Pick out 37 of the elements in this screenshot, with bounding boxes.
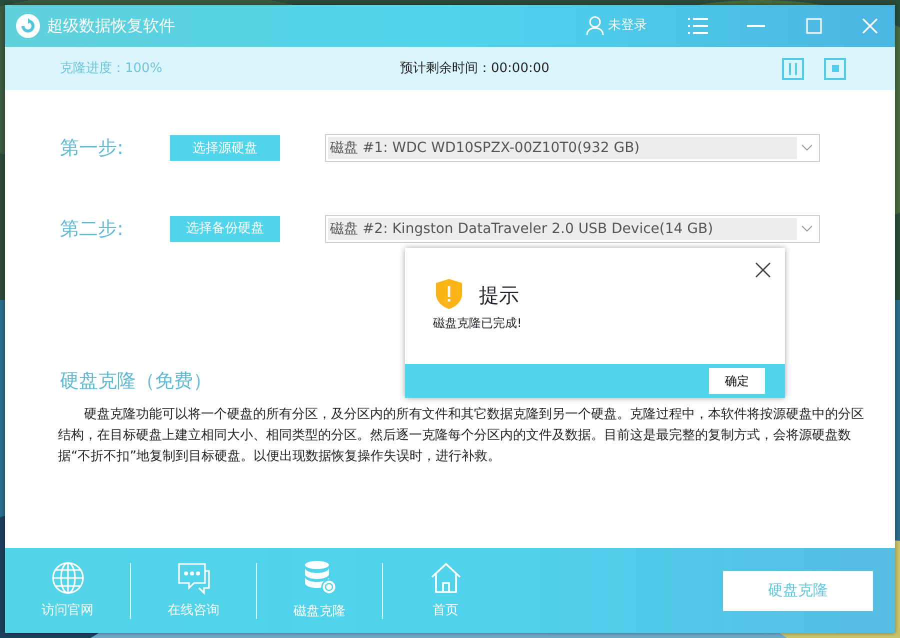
maximize-icon xyxy=(806,18,822,34)
nav-item[interactable]: 访问官网 xyxy=(5,560,130,620)
close-icon xyxy=(862,18,878,34)
dialog-title: 提示 xyxy=(479,282,519,309)
globe-icon xyxy=(50,560,84,595)
menu-icon xyxy=(688,17,708,35)
confirm-button[interactable]: 确定 xyxy=(709,368,765,394)
description-paragraph: 硬盘克隆功能可以将一个硬盘的所有分区，及分区内的所有文件和其它数据克隆到另一个硬盘。克隆过程中，本软件将按源硬盘中的分区结构，在目标硬盘上建立相同大小、相同类型的分区。然后逐一克隆每个分区内的文件及数据。目前这是最完整的复制方式，会将源硬盘数据“不折不扣”地复制到目标硬盘。以便出现数据恢复操作失误时，进行补救。 xyxy=(58,406,865,466)
user-icon[interactable] xyxy=(586,16,604,36)
select-disk-button[interactable]: 选择备份硬盘 xyxy=(170,216,280,242)
chevron-down-icon xyxy=(801,144,813,152)
login-link[interactable]: 未登录 xyxy=(608,16,647,36)
chevron-down-icon xyxy=(801,224,813,233)
pause-icon xyxy=(789,62,797,74)
minimize-icon xyxy=(747,25,765,27)
nav-item[interactable]: 在线咨询 xyxy=(131,560,256,620)
nav-item[interactable]: 磁盘克隆 xyxy=(257,560,382,622)
select-disk-button[interactable]: 选择源硬盘 xyxy=(170,135,280,162)
disk-dropdown[interactable]: 磁盘 #2: Kingston DataTraveler 2.0 USB Device(14 GB) xyxy=(325,214,820,243)
stop-button[interactable] xyxy=(824,58,846,80)
remaining-time: 预计剩余时间：00:00:00 xyxy=(400,60,550,78)
nav-item[interactable]: 首页 xyxy=(383,560,508,620)
step-label: 第一步: xyxy=(60,136,124,161)
disk-dropdown[interactable]: 磁盘 #1: WDC WD10SPZX-00Z10T0(932 GB) xyxy=(325,134,820,162)
clone-disk-button[interactable]: 硬盘克隆 xyxy=(723,570,873,610)
chat-icon xyxy=(176,560,210,595)
warning-shield-icon xyxy=(435,278,463,310)
logo-icon xyxy=(15,13,41,39)
dialog-message: 磁盘克隆已完成! xyxy=(432,315,523,332)
home-icon xyxy=(428,560,462,595)
section-title: 硬盘克隆（免费） xyxy=(60,369,212,394)
clone-progress: 克隆进度：100% xyxy=(60,60,162,78)
window-title: 超级数据恢复软件 xyxy=(47,15,175,37)
pause-button[interactable] xyxy=(782,58,804,80)
database-icon xyxy=(302,560,336,596)
step-label: 第二步: xyxy=(60,216,124,242)
close-icon xyxy=(755,262,771,278)
